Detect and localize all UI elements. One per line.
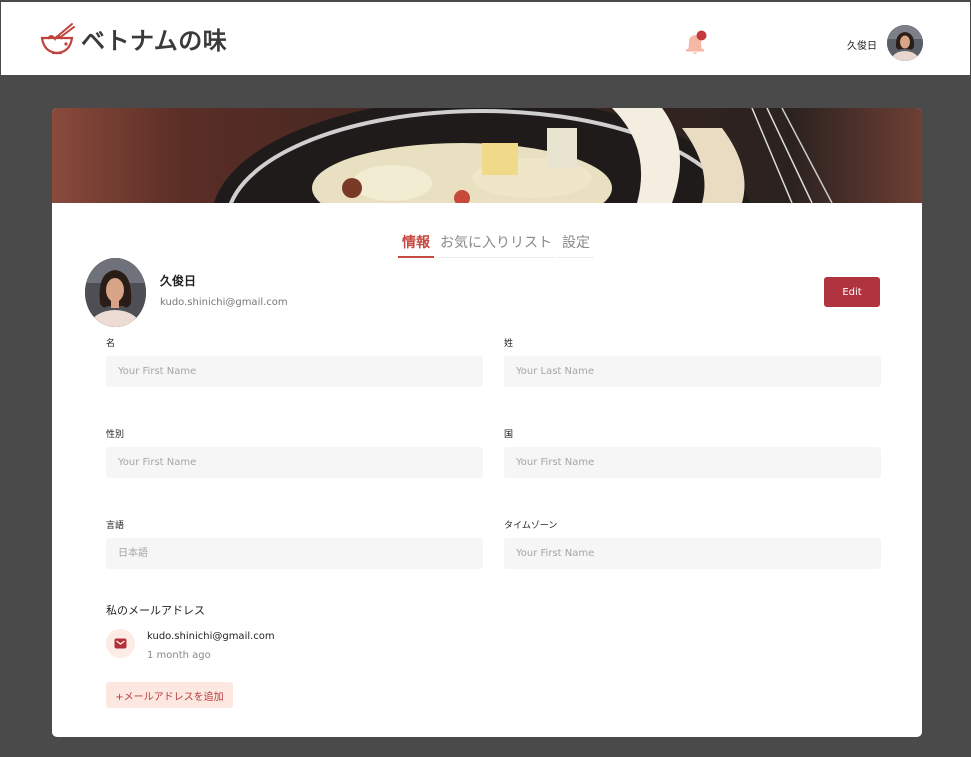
last-name-label: 姓 xyxy=(504,339,514,349)
gender-label: 性別 xyxy=(106,430,125,440)
timezone-field[interactable] xyxy=(504,538,881,569)
email-added-time: 1 month ago xyxy=(147,650,211,661)
country-label: 国 xyxy=(504,430,514,440)
profile-avatar[interactable] xyxy=(85,258,146,327)
edit-button[interactable]: Edit xyxy=(824,277,880,307)
email-section-title: 私のメールアドレス xyxy=(106,604,205,617)
brand-title[interactable]: ベトナムの味 xyxy=(81,21,227,56)
email-address: kudo.shinichi@gmail.com xyxy=(147,631,275,642)
first-name-label: 名 xyxy=(106,339,116,349)
gender-field[interactable] xyxy=(106,447,483,478)
tab-favorites[interactable]: お気に入りリスト xyxy=(436,232,556,258)
language-field[interactable] xyxy=(106,538,483,569)
mail-icon xyxy=(114,638,127,649)
country-field[interactable] xyxy=(504,447,881,478)
profile-email: kudo.shinichi@gmail.com xyxy=(160,297,288,308)
profile-card: 情報 お気に入りリスト 設定 久俊日 kudo.shinichi@gmail.c… xyxy=(52,108,922,737)
avatar[interactable] xyxy=(887,25,923,61)
tab-settings[interactable]: 設定 xyxy=(558,232,594,258)
top-navbar: ベトナムの味 久俊日 xyxy=(1,2,970,75)
notification-dot xyxy=(696,30,707,41)
timezone-label: タイムゾーン xyxy=(504,521,558,531)
mail-icon-badge xyxy=(106,629,135,658)
noodle-bowl-icon[interactable] xyxy=(39,22,75,56)
last-name-field[interactable] xyxy=(504,356,881,387)
add-email-button[interactable]: +メールアドレスを追加 xyxy=(106,682,233,708)
banner-image xyxy=(52,108,922,203)
first-name-field[interactable] xyxy=(106,356,483,387)
language-label: 言語 xyxy=(106,521,125,531)
tab-info[interactable]: 情報 xyxy=(398,232,434,258)
user-name[interactable]: 久俊日 xyxy=(847,37,877,52)
profile-tabs: 情報 お気に入りリスト 設定 xyxy=(398,232,596,258)
bell-icon[interactable] xyxy=(683,30,707,56)
profile-name: 久俊日 xyxy=(160,274,197,288)
